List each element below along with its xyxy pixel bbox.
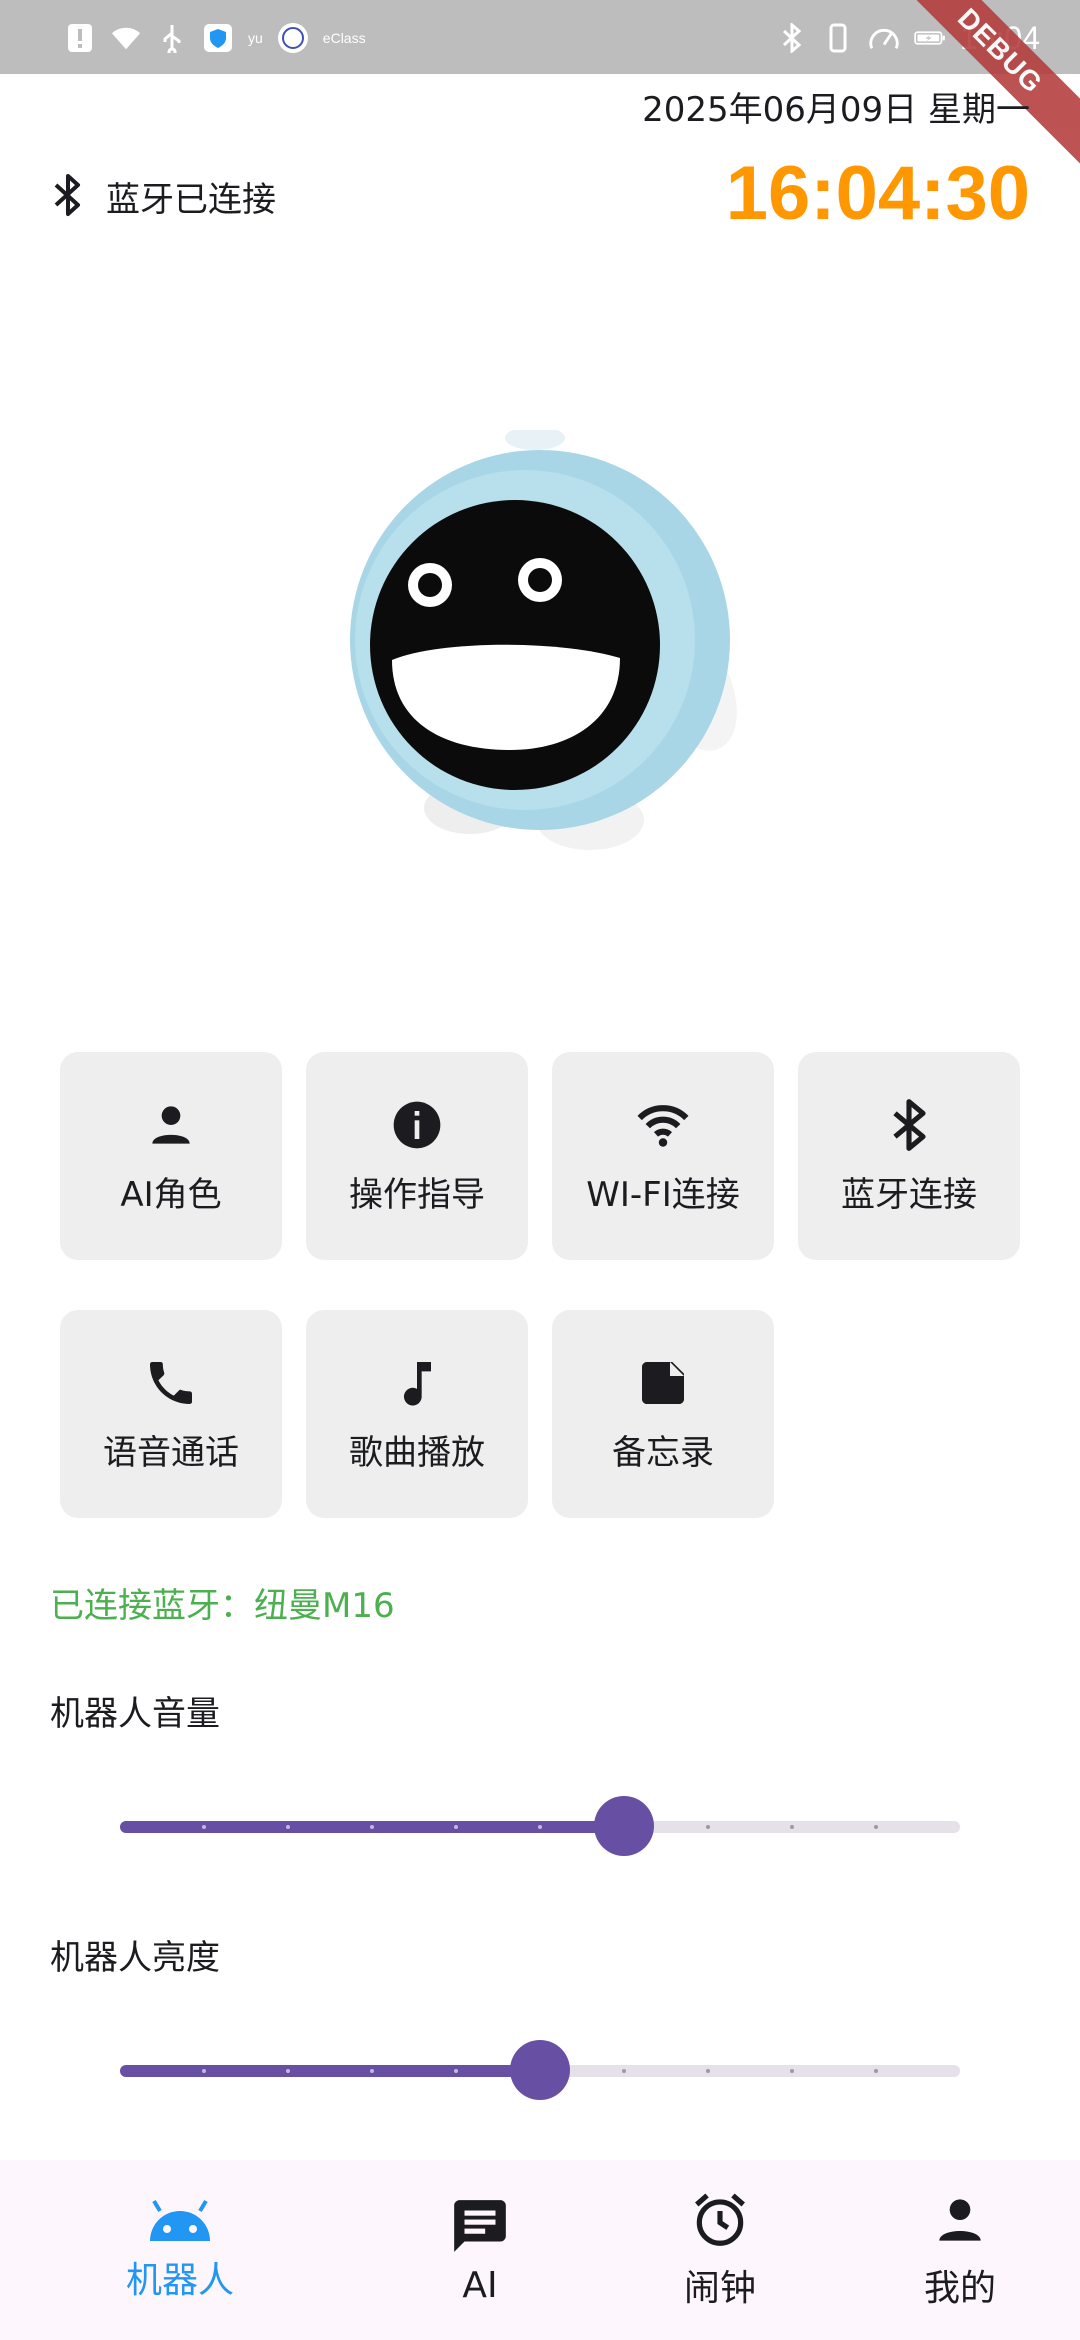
tile-music[interactable]: 歌曲播放: [306, 1310, 528, 1518]
wifi-icon: [110, 22, 142, 54]
person-icon: [939, 2199, 981, 2241]
connected-device-text: 已连接蓝牙：纽曼M16: [50, 1586, 395, 1626]
slider-tick: [790, 2069, 794, 2073]
tile-label: 歌曲播放: [349, 1432, 485, 1473]
slider-tick: [286, 2069, 290, 2073]
bluetooth-status: 蓝牙已连接: [52, 172, 276, 221]
slider-thumb[interactable]: [594, 1796, 654, 1856]
slider-tick: [202, 1825, 206, 1829]
nav-mine[interactable]: 我的: [860, 2160, 1060, 2340]
tile-wifi[interactable]: WI-FI连接: [552, 1052, 774, 1260]
volume-slider[interactable]: [120, 1796, 960, 1856]
nav-label: 机器人: [125, 2260, 234, 2301]
slider-tick: [874, 1825, 878, 1829]
nav-label: 我的: [923, 2268, 996, 2309]
shield-icon: [202, 22, 234, 54]
status-carrier-text: eClass: [322, 30, 366, 46]
status-small-text: yu: [248, 30, 263, 46]
tile-bluetooth[interactable]: 蓝牙连接: [798, 1052, 1020, 1260]
person-icon: [152, 1105, 190, 1144]
tile-label: 语音通话: [103, 1432, 239, 1473]
info-icon: [393, 1101, 441, 1148]
slider-tick: [454, 2069, 458, 2073]
slider-tick: [202, 2069, 206, 2073]
tile-label: AI角色: [120, 1174, 222, 1215]
bluetooth-icon: [893, 1098, 926, 1151]
slider-fill: [120, 2065, 540, 2077]
brightness-label: 机器人亮度: [50, 1938, 220, 1978]
music-note-icon: [403, 1361, 431, 1406]
nav-label: AI: [462, 2264, 498, 2306]
alert-icon: [64, 22, 96, 54]
date-text: 2025年06月09日 星期一: [642, 90, 1030, 130]
phone-icon: [150, 1361, 192, 1404]
bottom-nav: 机器人 AI 闹钟 我的: [0, 2160, 1080, 2340]
nav-label: 闹钟: [683, 2268, 756, 2309]
volume-label: 机器人音量: [50, 1694, 220, 1734]
tile-memo[interactable]: 备忘录: [552, 1310, 774, 1518]
tile-label: WI-FI连接: [586, 1174, 740, 1215]
chat-icon: [454, 2199, 506, 2252]
bluetooth-small-icon: [776, 22, 808, 54]
wifi-icon: [637, 1104, 689, 1147]
slider-tick: [874, 2069, 878, 2073]
slider-tick: [622, 2069, 626, 2073]
slider-tick: [370, 2069, 374, 2073]
vibrate-icon: [822, 22, 854, 54]
slider-tick: [370, 1825, 374, 1829]
nav-alarm[interactable]: 闹钟: [620, 2160, 820, 2340]
bluetooth-icon: [52, 173, 84, 221]
note-icon: [642, 1361, 684, 1404]
nav-ai[interactable]: AI: [380, 2160, 580, 2340]
app-badge-icon: [277, 22, 309, 54]
clock: 16:04:30: [725, 151, 1030, 236]
tile-guide[interactable]: 操作指导: [306, 1052, 528, 1260]
tile-label: 操作指导: [349, 1174, 485, 1215]
slider-tick: [286, 1825, 290, 1829]
robot-image: [320, 426, 760, 870]
status-left-icons: yu eClass: [64, 18, 366, 58]
slider-thumb[interactable]: [510, 2040, 570, 2100]
slider-tick: [706, 2069, 710, 2073]
tile-ai-role[interactable]: AI角色: [60, 1052, 282, 1260]
brightness-slider[interactable]: [120, 2040, 960, 2100]
slider-tick: [790, 1825, 794, 1829]
tile-label: 备忘录: [612, 1432, 714, 1473]
bluetooth-status-label: 蓝牙已连接: [106, 180, 276, 220]
slider-tick: [454, 1825, 458, 1829]
tile-voice-call[interactable]: 语音通话: [60, 1310, 282, 1518]
usb-icon: [156, 22, 188, 54]
slider-tick: [706, 1825, 710, 1829]
android-icon: [150, 2199, 210, 2241]
slider-tick: [538, 1825, 542, 1829]
alarm-icon: [695, 2193, 745, 2246]
nav-robot[interactable]: 机器人: [80, 2160, 280, 2340]
tile-label: 蓝牙连接: [841, 1174, 977, 1215]
